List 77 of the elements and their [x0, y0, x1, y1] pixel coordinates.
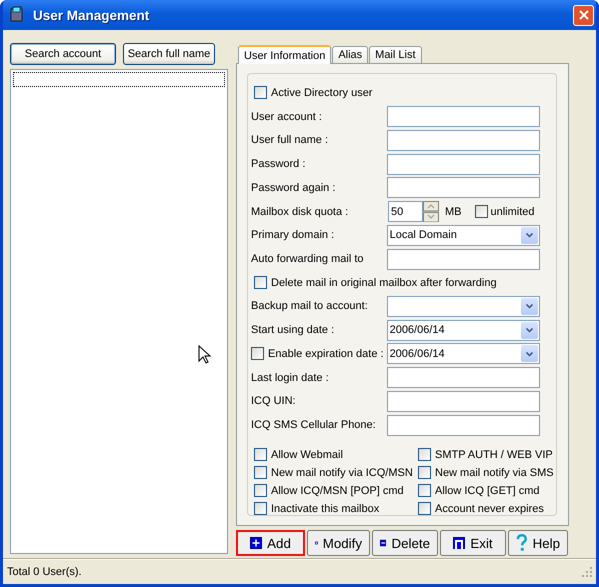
window-title: User Management: [33, 8, 150, 22]
field-label: User account :: [251, 110, 323, 123]
input-field[interactable]: [386, 154, 540, 175]
checkbox[interactable]: [251, 347, 264, 360]
checkbox-label: Allow ICQ/MSN [POP] cmd: [271, 484, 404, 497]
chevron-down-icon: [525, 303, 534, 310]
checkbox-label: Inactivate this mailbox: [271, 502, 380, 515]
field-label: Password :: [251, 158, 306, 170]
checkbox[interactable]: [418, 448, 431, 462]
app-icon: [8, 4, 25, 22]
checkbox-label: Enable expiration date :: [268, 348, 384, 360]
checkbox[interactable]: [254, 466, 267, 480]
checkbox-label: Account never expires: [435, 502, 544, 515]
chevron-down-icon: [525, 327, 534, 334]
field-label: User full name :: [251, 134, 330, 146]
checkbox[interactable]: [418, 484, 431, 498]
chevron-down-icon: [525, 232, 534, 238]
field-label: ICQ UIN:: [251, 395, 297, 408]
checkbox[interactable]: [474, 205, 488, 218]
action-button[interactable]: Modify: [307, 530, 370, 556]
checkbox-label: unlimited: [490, 206, 535, 218]
field-label: Last login date :: [251, 372, 330, 384]
plus-square-icon: [250, 537, 262, 549]
help-icon: [516, 534, 528, 552]
input-field[interactable]: [386, 390, 540, 412]
field-label: Mailbox disk quota :: [251, 206, 350, 218]
minus-square-icon: [380, 537, 386, 549]
status-text: Total 0 User(s).: [7, 566, 83, 578]
input-field[interactable]: [386, 367, 540, 388]
action-button[interactable]: Exit: [440, 530, 506, 556]
dropdown[interactable]: 2006/06/14: [386, 320, 540, 341]
field-label: ICQ SMS Cellular Phone:: [251, 419, 377, 432]
checkbox-label: SMTP AUTH / WEB VIP: [435, 448, 553, 461]
field-label: Primary domain :: [251, 229, 336, 242]
field-label: Password again :: [251, 182, 336, 194]
dropdown[interactable]: Local Domain: [386, 224, 540, 246]
action-button[interactable]: Add: [236, 530, 305, 556]
input-field[interactable]: [386, 130, 540, 151]
close-icon: [576, 8, 590, 22]
checkbox[interactable]: [254, 276, 267, 290]
door-icon: [453, 537, 466, 549]
field-label: Backup mail to account:: [251, 300, 369, 312]
input-field[interactable]: [386, 177, 540, 198]
checkbox[interactable]: [254, 448, 267, 462]
field-label: Auto forwarding mail to: [251, 253, 364, 265]
checkbox-label: Delete mail in original mailbox after forwarding: [271, 276, 497, 289]
search-button[interactable]: Search account: [10, 43, 116, 65]
chevron-down-icon: [525, 350, 534, 357]
checkbox-label: New mail notify via SMS: [435, 466, 554, 479]
checkbox-label: New mail notify via ICQ/MSN: [271, 466, 413, 479]
tab[interactable]: Alias: [332, 46, 368, 63]
input-field[interactable]: [386, 248, 540, 270]
action-button[interactable]: Delete: [372, 530, 438, 556]
spin-up-icon: [423, 201, 439, 212]
tab[interactable]: Mail List: [369, 46, 422, 63]
close-button[interactable]: [573, 4, 594, 26]
resize-grip-icon: [581, 566, 593, 578]
action-button[interactable]: Help: [508, 530, 568, 556]
input-field[interactable]: [386, 414, 540, 436]
checkbox[interactable]: [418, 502, 431, 516]
dropdown[interactable]: [386, 296, 540, 317]
dropdown[interactable]: 2006/06/14: [386, 343, 540, 364]
checkbox[interactable]: [254, 86, 267, 100]
mouse-pointer-icon: [198, 345, 212, 365]
checkbox[interactable]: [254, 484, 267, 498]
field-label: Start using date :: [251, 324, 336, 336]
input-field[interactable]: [386, 106, 540, 128]
unit-label: MB: [445, 206, 462, 218]
checkbox[interactable]: [418, 466, 431, 480]
tab[interactable]: User Information: [238, 45, 332, 64]
spin-down-icon: [423, 212, 439, 222]
checkbox-label: Allow ICQ [GET] cmd: [435, 484, 540, 497]
search-button[interactable]: Search full name: [123, 43, 215, 65]
checkbox-label: Allow Webmail: [271, 448, 343, 461]
number-field[interactable]: 50: [388, 201, 423, 222]
checkbox[interactable]: [254, 502, 267, 516]
checkbox-label: Active Directory user: [271, 86, 372, 99]
